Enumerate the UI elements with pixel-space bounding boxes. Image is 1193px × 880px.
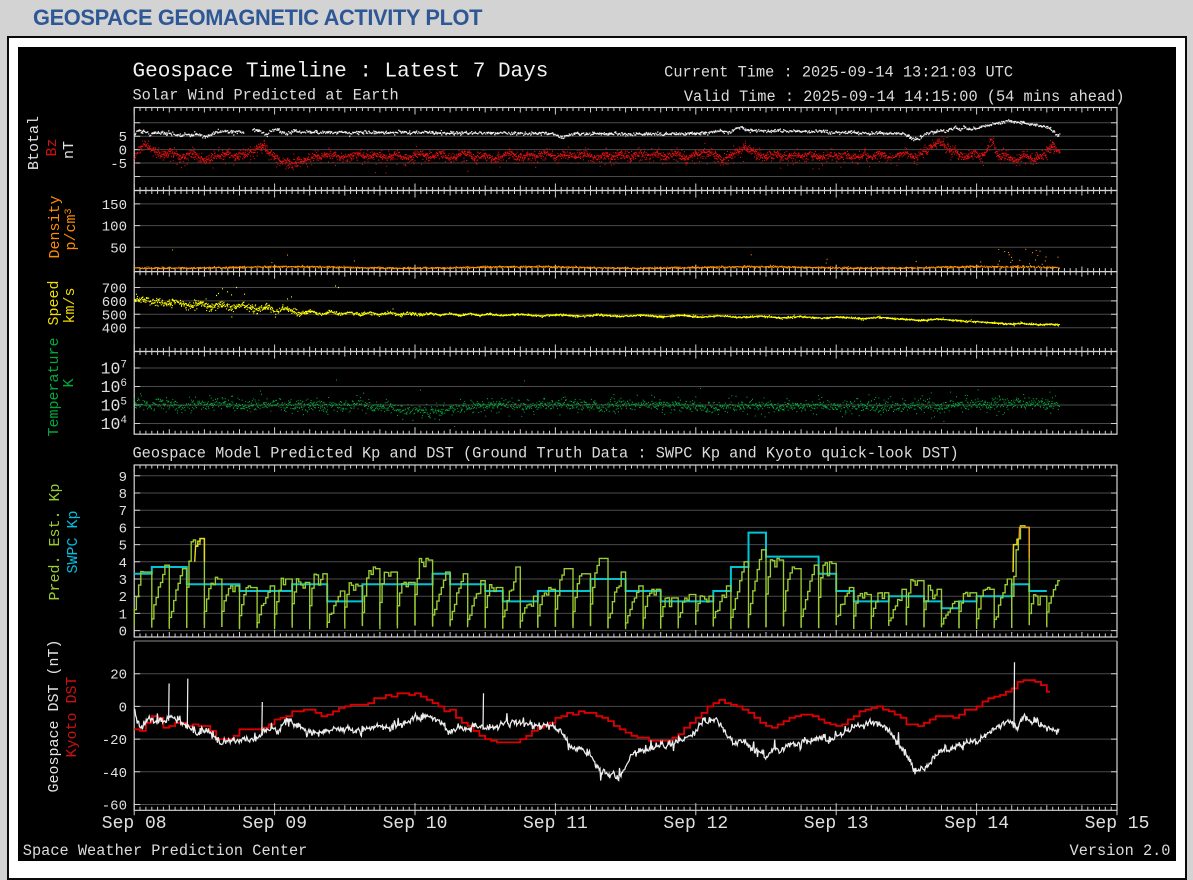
svg-text:Sep 11: Sep 11 — [523, 814, 588, 834]
svg-text:Density: Density — [47, 195, 64, 258]
svg-text:Bz: Bz — [44, 138, 61, 156]
svg-text:50: 50 — [110, 241, 127, 257]
svg-text:6: 6 — [119, 521, 127, 537]
svg-text:km/s: km/s — [62, 287, 79, 323]
svg-text:Kyoto DST: Kyoto DST — [64, 676, 81, 757]
svg-text:p/cm3: p/cm3 — [63, 208, 80, 250]
svg-text:Valid Time : 2025-09-14 14:15:: Valid Time : 2025-09-14 14:15:00 (54 min… — [684, 88, 1125, 106]
svg-text:Sep 15: Sep 15 — [1085, 814, 1150, 834]
svg-text:20: 20 — [110, 668, 127, 684]
svg-text:Pred. Est. Kp: Pred. Est. Kp — [47, 483, 64, 600]
svg-text:SWPC Kp: SWPC Kp — [65, 510, 82, 573]
svg-text:7: 7 — [119, 504, 127, 520]
svg-text:Geospace Model Predicted Kp an: Geospace Model Predicted Kp and DST (Gro… — [133, 445, 959, 463]
svg-text:150: 150 — [102, 198, 127, 214]
svg-text:Sep 13: Sep 13 — [804, 814, 869, 834]
svg-text:1: 1 — [119, 607, 127, 623]
svg-text:5: 5 — [119, 539, 127, 555]
svg-text:8: 8 — [119, 487, 127, 503]
svg-text:Version 2.0: Version 2.0 — [1070, 842, 1171, 860]
svg-text:100: 100 — [102, 220, 127, 236]
svg-text:Solar Wind Predicted at Earth: Solar Wind Predicted at Earth — [133, 87, 399, 105]
svg-text:Geospace Timeline : Latest 7 D: Geospace Timeline : Latest 7 Days — [133, 61, 549, 84]
svg-text:Sep 10: Sep 10 — [383, 814, 448, 834]
svg-text:nT: nT — [61, 141, 78, 159]
svg-text:Sep 09: Sep 09 — [242, 814, 307, 834]
svg-text:Current Time : 2025-09-14 13:2: Current Time : 2025-09-14 13:21:03 UTC — [664, 64, 1013, 82]
svg-text:Sep 14: Sep 14 — [944, 814, 1009, 834]
svg-text:-40: -40 — [102, 766, 127, 782]
svg-text:0: 0 — [119, 625, 127, 641]
svg-text:Speed: Speed — [46, 280, 63, 325]
svg-text:400: 400 — [102, 322, 127, 338]
svg-text:Btotal: Btotal — [26, 116, 43, 170]
svg-text:-60: -60 — [102, 799, 127, 815]
svg-text:Space Weather Prediction Cente: Space Weather Prediction Center — [23, 842, 308, 860]
svg-text:Sep 08: Sep 08 — [102, 814, 167, 834]
svg-text:0: 0 — [119, 700, 127, 716]
svg-text:-5: -5 — [110, 157, 127, 173]
svg-text:2: 2 — [119, 590, 127, 606]
svg-text:Sep 12: Sep 12 — [663, 814, 728, 834]
svg-text:GEOSPACE GEOMAGNETIC ACTIVITY: GEOSPACE GEOMAGNETIC ACTIVITY PLOT — [33, 5, 483, 30]
svg-text:-20: -20 — [102, 733, 127, 749]
svg-text:4: 4 — [119, 556, 127, 572]
svg-text:K: K — [61, 378, 78, 387]
svg-text:9: 9 — [119, 470, 127, 486]
svg-text:Geospace DST (nT): Geospace DST (nT) — [46, 639, 63, 792]
svg-text:3: 3 — [119, 573, 127, 589]
